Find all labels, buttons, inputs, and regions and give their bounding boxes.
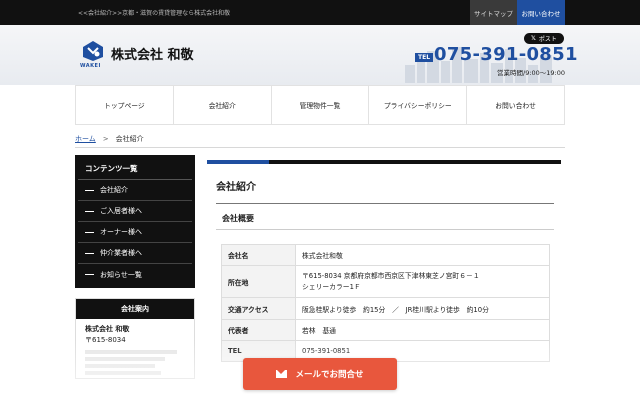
nav-item-company[interactable]: 会社紹介 — [174, 86, 272, 124]
row-label: 会社名 — [221, 244, 296, 266]
arrow-icon — [85, 274, 94, 275]
main-top-border — [207, 160, 561, 164]
contents-menu: コンテンツ一覧 会社紹介 ご入居者様へ オーナー様へ 仲介業者様へ お知らせ一覧 — [75, 155, 195, 288]
page-title: 会社紹介 — [216, 182, 256, 193]
site-tagline: <<会社紹介>>京都・滋賀の賃貸管理なら株式会社和敬 — [78, 10, 231, 17]
company-name[interactable]: 株式会社 和敬 — [111, 44, 194, 63]
row-value: 株式会社和敬 — [295, 244, 550, 266]
breadcrumb-divider — [75, 147, 565, 148]
global-nav: トップページ 会社紹介 管理物件一覧 プライバシーポリシー お問い合わせ — [75, 85, 565, 125]
business-hours: 営業時間/9:00～19:00 — [497, 69, 566, 77]
tel-badge: TEL — [415, 53, 434, 62]
nav-item-contact[interactable]: お問い合わせ — [467, 86, 564, 124]
contents-menu-title: コンテンツ一覧 — [78, 158, 192, 180]
row-value: 若林 基通 — [295, 319, 550, 341]
sidebar-item-label: 会社紹介 — [100, 186, 128, 194]
sidebar-item-residents[interactable]: ご入居者様へ — [78, 201, 192, 222]
mail-contact-button[interactable]: メールでお問合せ — [243, 358, 397, 390]
breadcrumb-separator: > — [102, 135, 109, 143]
address-line-2: シェリーカラー1Ｆ — [302, 282, 361, 291]
sidebar-item-news[interactable]: お知らせ一覧 — [78, 264, 192, 285]
sidebar-item-label: ご入居者様へ — [100, 207, 142, 215]
breadcrumb-home[interactable]: ホーム — [75, 135, 96, 143]
breadcrumb-current: 会社紹介 — [115, 135, 144, 143]
nav-item-top[interactable]: トップページ — [76, 86, 174, 124]
company-info-title: 会社案内 — [76, 299, 194, 319]
breadcrumb: ホーム > 会社紹介 — [75, 134, 144, 144]
address-line-1: 〒615-8034 京都府京都市西京区下津林東芝ノ宮町６－１ — [302, 271, 480, 280]
table-row: 会社名 株式会社和敬 — [221, 244, 550, 266]
phone-number[interactable]: 075-391-0851 — [434, 44, 578, 65]
sidebar-item-owners[interactable]: オーナー様へ — [78, 222, 192, 243]
company-info-box: 会社案内 株式会社 和敬 〒615-8034 — [75, 298, 195, 379]
header: WAKEI 株式会社 和敬 𝕏 ポスト TEL 075-391-0851 営業時… — [0, 25, 640, 85]
sitemap-link[interactable]: サイトマップ — [470, 0, 517, 25]
nav-item-privacy[interactable]: プライバシーポリシー — [369, 86, 468, 124]
mail-icon — [276, 370, 288, 378]
x-icon: 𝕏 — [531, 35, 536, 42]
company-info-faded-text — [76, 345, 194, 375]
row-label: 所在地 — [221, 265, 296, 298]
sidebar: コンテンツ一覧 会社紹介 ご入居者様へ オーナー様へ 仲介業者様へ お知らせ一覧… — [75, 155, 195, 379]
row-label: 代表者 — [221, 319, 296, 341]
company-profile-table: 会社名 株式会社和敬 所在地 〒615-8034 京都府京都市西京区下津林東芝ノ… — [221, 244, 550, 362]
nav-item-properties[interactable]: 管理物件一覧 — [272, 86, 370, 124]
section-heading: 会社概要 — [216, 206, 554, 230]
sidebar-item-brokers[interactable]: 仲介業者様へ — [78, 243, 192, 264]
top-bar: <<会社紹介>>京都・滋賀の賃貸管理なら株式会社和敬 サイトマップ お問い合わせ — [0, 0, 640, 25]
main-top-accent — [207, 160, 269, 164]
arrow-icon — [85, 252, 94, 254]
post-label: ポスト — [538, 36, 557, 43]
row-label: 交通アクセス — [221, 297, 296, 320]
sidebar-item-label: お知らせ一覧 — [100, 270, 142, 279]
mail-contact-label: メールでお問合せ — [295, 370, 364, 380]
row-value: 阪急桂駅より徒歩 約15分 ／ JR桂川駅より徒歩 約10分 — [295, 297, 550, 320]
arrow-icon — [85, 231, 94, 233]
table-row: 代表者 若林 基通 — [221, 319, 550, 341]
title-divider — [216, 203, 554, 204]
company-info-zip: 〒615-8034 — [85, 336, 126, 344]
row-value: 〒615-8034 京都府京都市西京区下津林東芝ノ宮町６－１ シェリーカラー1Ｆ — [295, 265, 550, 298]
top-contact-link[interactable]: お問い合わせ — [517, 0, 565, 25]
sidebar-item-label: 仲介業者様へ — [100, 249, 142, 257]
x-post-button[interactable]: 𝕏 ポスト — [524, 33, 564, 44]
table-row: 所在地 〒615-8034 京都府京都市西京区下津林東芝ノ宮町６－１ シェリーカ… — [221, 265, 550, 298]
arrow-icon — [85, 189, 94, 191]
sidebar-item-company[interactable]: 会社紹介 — [78, 180, 192, 201]
company-info-name: 株式会社 和敬 — [85, 325, 130, 333]
company-logo-icon[interactable] — [82, 40, 104, 62]
arrow-icon — [85, 210, 94, 212]
sidebar-item-label: オーナー様へ — [100, 228, 142, 236]
logo-text: WAKEI — [80, 63, 101, 69]
section-heading-text: 会社概要 — [222, 214, 254, 223]
table-row: 交通アクセス 阪急桂駅より徒歩 約15分 ／ JR桂川駅より徒歩 約10分 — [221, 297, 550, 320]
